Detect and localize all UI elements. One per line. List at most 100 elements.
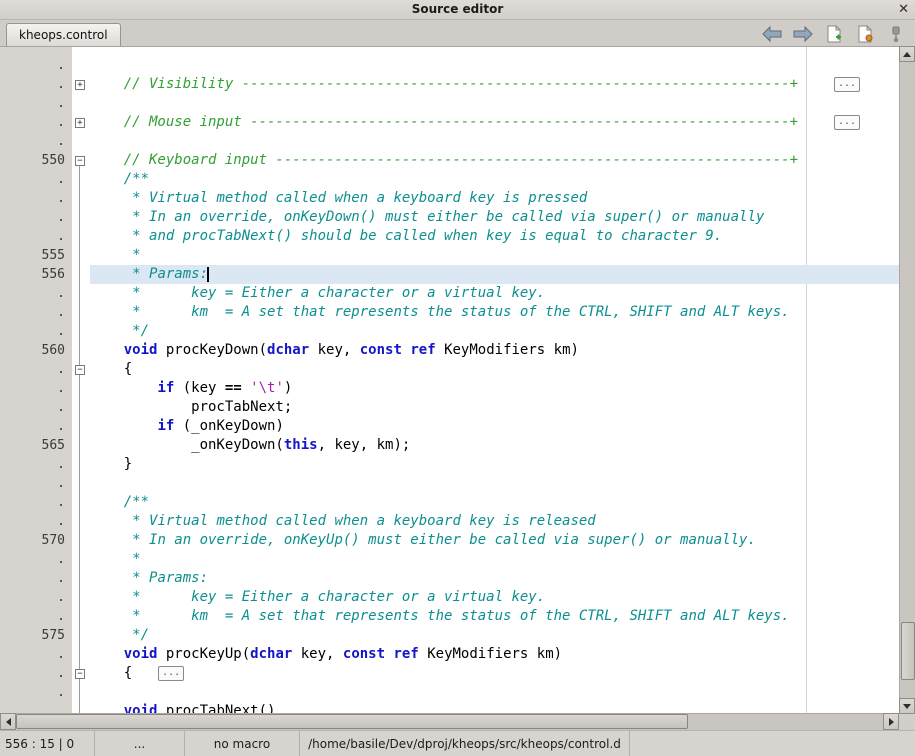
horizontal-scroll-thumb[interactable] xyxy=(16,714,688,729)
code-line[interactable]: .+ // Mouse input ----------------------… xyxy=(0,113,899,132)
code-line[interactable]: . xyxy=(0,56,899,75)
code-line[interactable]: 556 * Params: xyxy=(0,265,899,284)
code-text[interactable]: procTabNext; xyxy=(90,398,899,417)
horizontal-scrollbar[interactable] xyxy=(0,713,899,730)
fold-collapse-icon[interactable]: − xyxy=(75,156,85,166)
source-editor[interactable]: ..+ // Visibility ----------------------… xyxy=(0,47,899,713)
fold-column xyxy=(72,284,90,303)
code-line[interactable]: . * Params: xyxy=(0,569,899,588)
fold-column xyxy=(72,56,90,75)
scroll-up-button[interactable] xyxy=(899,46,915,62)
code-text[interactable]: void procTabNext() xyxy=(90,702,899,713)
folded-code-ellipsis[interactable]: ... xyxy=(834,77,860,92)
line-number: 550 xyxy=(0,151,72,170)
code-text[interactable]: */ xyxy=(90,322,899,341)
code-line[interactable]: . if (_onKeyDown) xyxy=(0,417,899,436)
token-plain xyxy=(90,513,132,529)
code-text[interactable]: void procKeyUp(dchar key, const ref KeyM… xyxy=(90,645,899,664)
code-text[interactable]: * key = Either a character or a virtual … xyxy=(90,588,899,607)
code-text[interactable]: // Visibility --------------------------… xyxy=(90,75,899,94)
code-text[interactable]: * key = Either a character or a virtual … xyxy=(90,284,899,303)
code-line[interactable]: . * In an override, onKeyDown() must eit… xyxy=(0,208,899,227)
code-line[interactable]: . * Virtual method called when a keyboar… xyxy=(0,512,899,531)
fold-expand-icon[interactable]: + xyxy=(75,118,85,128)
code-text[interactable]: * km = A set that represents the status … xyxy=(90,303,899,322)
code-text[interactable]: * xyxy=(90,246,899,265)
vertical-scrollbar[interactable] xyxy=(899,47,915,713)
code-line[interactable]: . /** xyxy=(0,493,899,512)
code-line[interactable]: . * and procTabNext() should be called w… xyxy=(0,227,899,246)
code-text[interactable]: if (_onKeyDown) xyxy=(90,417,899,436)
code-line[interactable]: . void procTabNext() xyxy=(0,702,899,713)
code-line[interactable]: 565 _onKeyDown(this, key, km); xyxy=(0,436,899,455)
edit-document-button[interactable] xyxy=(854,23,876,45)
scroll-left-button[interactable] xyxy=(0,713,16,730)
code-line[interactable]: . * key = Either a character or a virtua… xyxy=(0,588,899,607)
code-line[interactable]: .− { xyxy=(0,360,899,379)
code-line[interactable]: . /** xyxy=(0,170,899,189)
tab-kheops-control[interactable]: kheops.control xyxy=(6,23,121,46)
code-text[interactable]: _onKeyDown(this, key, km); xyxy=(90,436,899,455)
code-line[interactable]: . procTabNext; xyxy=(0,398,899,417)
code-text[interactable]: * Virtual method called when a keyboard … xyxy=(90,512,899,531)
go-back-button[interactable] xyxy=(761,23,783,45)
code-text[interactable]: * In an override, onKeyUp() must either … xyxy=(90,531,899,550)
code-line[interactable]: 575 */ xyxy=(0,626,899,645)
code-text[interactable]: { xyxy=(90,360,899,379)
code-text[interactable]: * In an override, onKeyDown() must eithe… xyxy=(90,208,899,227)
code-text[interactable] xyxy=(90,683,899,702)
fold-collapse-icon[interactable]: − xyxy=(75,669,85,679)
code-line[interactable]: . if (key == '\t') xyxy=(0,379,899,398)
detach-editor-button[interactable] xyxy=(885,23,907,45)
code-line[interactable]: . xyxy=(0,94,899,113)
close-window-button[interactable]: ✕ xyxy=(898,2,909,17)
code-text[interactable]: * xyxy=(90,550,899,569)
scroll-down-button[interactable] xyxy=(899,698,915,714)
code-line[interactable]: . * Virtual method called when a keyboar… xyxy=(0,189,899,208)
token-ddoc: /** xyxy=(124,171,149,187)
code-line[interactable]: 555 * xyxy=(0,246,899,265)
code-text[interactable]: * and procTabNext() should be called whe… xyxy=(90,227,899,246)
code-line[interactable]: . * key = Either a character or a virtua… xyxy=(0,284,899,303)
code-line[interactable]: 570 * In an override, onKeyUp() must eit… xyxy=(0,531,899,550)
code-text[interactable]: * km = A set that represents the status … xyxy=(90,607,899,626)
code-line[interactable]: . } xyxy=(0,455,899,474)
code-line[interactable]: 560 void procKeyDown(dchar key, const re… xyxy=(0,341,899,360)
code-line[interactable]: . void procKeyUp(dchar key, const ref Ke… xyxy=(0,645,899,664)
vertical-scroll-thumb[interactable] xyxy=(901,622,915,680)
code-text[interactable]: // Keyboard input ----------------------… xyxy=(90,151,899,170)
code-line[interactable]: . * km = A set that represents the statu… xyxy=(0,607,899,626)
code-text[interactable] xyxy=(90,94,899,113)
code-line[interactable]: . xyxy=(0,683,899,702)
code-text[interactable]: void procKeyDown(dchar key, const ref Ke… xyxy=(90,341,899,360)
folded-code-ellipsis[interactable]: ... xyxy=(158,666,184,681)
code-line[interactable]: .− {... xyxy=(0,664,899,683)
code-text[interactable]: * Virtual method called when a keyboard … xyxy=(90,189,899,208)
code-line[interactable]: 550− // Keyboard input -----------------… xyxy=(0,151,899,170)
fold-collapse-icon[interactable]: − xyxy=(75,365,85,375)
code-line[interactable]: .+ // Visibility -----------------------… xyxy=(0,75,899,94)
token-comment: // Mouse input -------------------------… xyxy=(124,114,798,130)
code-text[interactable] xyxy=(90,474,899,493)
code-line[interactable]: . xyxy=(0,132,899,151)
code-text[interactable]: * Params: xyxy=(90,569,899,588)
fold-expand-icon[interactable]: + xyxy=(75,80,85,90)
code-text[interactable]: } xyxy=(90,455,899,474)
code-text[interactable]: /** xyxy=(90,493,899,512)
code-text[interactable]: if (key == '\t') xyxy=(90,379,899,398)
code-text[interactable]: // Mouse input -------------------------… xyxy=(90,113,899,132)
code-text[interactable]: {... xyxy=(90,664,899,683)
code-text[interactable]: /** xyxy=(90,170,899,189)
code-line[interactable]: . * km = A set that represents the statu… xyxy=(0,303,899,322)
go-forward-button[interactable] xyxy=(792,23,814,45)
code-text[interactable] xyxy=(90,56,899,75)
folded-code-ellipsis[interactable]: ... xyxy=(834,115,860,130)
code-text[interactable] xyxy=(90,132,899,151)
scroll-right-button[interactable] xyxy=(883,713,899,730)
code-text[interactable]: */ xyxy=(90,626,899,645)
new-document-button[interactable] xyxy=(823,23,845,45)
code-text[interactable]: * Params: xyxy=(90,265,899,284)
code-line[interactable]: . xyxy=(0,474,899,493)
code-line[interactable]: . * xyxy=(0,550,899,569)
code-line[interactable]: . */ xyxy=(0,322,899,341)
